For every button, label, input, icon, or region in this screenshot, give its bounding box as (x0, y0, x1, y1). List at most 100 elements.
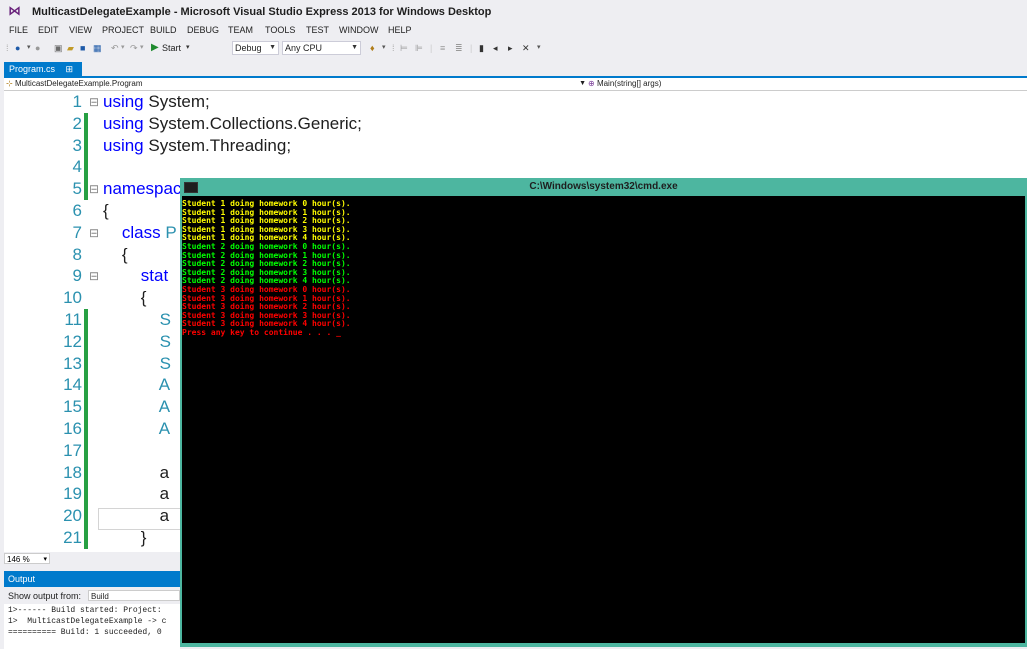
code-token: { (103, 288, 147, 308)
code-text: S (103, 309, 171, 331)
line-number: 14 (63, 375, 82, 395)
console-output[interactable]: Student 1 doing homework 0 hour(s). Stude… (182, 196, 1025, 643)
change-marker (84, 330, 88, 353)
forward-navigate-icon[interactable]: ● (35, 41, 40, 55)
code-text: { (103, 287, 147, 309)
class-dropdown[interactable]: ⊹ MulticastDelegateExample.Program ▼ (6, 78, 586, 89)
line-number: 16 (63, 419, 82, 438)
console-line: Press any key to continue . . . _ (182, 328, 341, 337)
step-over-icon[interactable]: ⊫ (415, 41, 423, 55)
next-bookmark-icon[interactable]: ▸ (508, 41, 513, 55)
toolbar-overflow-icon[interactable]: ▾ (382, 41, 386, 55)
redo-dropdown-icon[interactable]: ▾ (140, 41, 144, 55)
line-number: 7 (72, 222, 82, 242)
change-marker (84, 178, 88, 201)
start-icon[interactable]: ▶ (151, 41, 159, 55)
collapse-icon[interactable]: ⊟ (89, 265, 99, 287)
comment-icon[interactable]: ≡ (440, 41, 445, 55)
previous-bookmark-icon[interactable]: ◂ (493, 41, 498, 55)
start-dropdown-icon[interactable]: ▾ (186, 41, 190, 55)
code-token: A (103, 375, 171, 395)
line-number: 15 (63, 397, 82, 417)
undo-dropdown-icon[interactable]: ▾ (121, 41, 125, 55)
menu-help[interactable]: HELP (388, 25, 412, 35)
line-number: 6 (72, 201, 82, 220)
pin-icon[interactable]: ⊞ (66, 64, 74, 74)
code-token: } (103, 528, 147, 547)
collapse-icon[interactable]: ⊟ (89, 222, 99, 244)
code-text: class P (103, 222, 177, 244)
code-line[interactable]: 1 ⊟ using System; (4, 91, 1027, 113)
step-into-icon[interactable]: ⊨ (400, 41, 408, 55)
code-line[interactable]: 3 using System.Threading; (4, 134, 1027, 157)
change-marker (84, 112, 88, 135)
menu-window[interactable]: WINDOW (339, 25, 379, 35)
save-all-icon[interactable]: ▦ (93, 41, 102, 55)
tab-program-cs[interactable]: Program.cs ⊞ ✕ (4, 62, 82, 88)
clear-bookmarks-icon[interactable]: ✕ (522, 41, 530, 55)
change-marker (84, 156, 88, 179)
output-panel-header[interactable]: Output (4, 571, 180, 587)
menu-view[interactable]: VIEW (69, 25, 92, 35)
collapse-icon[interactable]: ⊟ (89, 178, 99, 200)
undo-icon[interactable]: ↶ (111, 41, 119, 55)
show-output-from-label: Show output from: (8, 591, 82, 601)
code-line[interactable]: 2 using System.Collections.Generic; (4, 112, 1027, 135)
start-button[interactable]: Start (162, 41, 181, 55)
line-number: 19 (63, 484, 82, 504)
menu-team[interactable]: TEAM (228, 25, 253, 35)
open-file-icon[interactable]: ▰ (67, 41, 74, 55)
menu-build[interactable]: BUILD (150, 25, 177, 35)
title-bar: ⋈ MulticastDelegateExample - Microsoft V… (0, 0, 1027, 24)
solution-configuration-combo[interactable]: Debug ▼ (232, 41, 279, 55)
code-token: System; (148, 92, 210, 111)
code-token: namespac (103, 179, 182, 199)
menu-edit[interactable]: EDIT (38, 25, 59, 35)
standard-toolbar: ⁞ ● ▾ ● ▣ ▰ ■ ▦ ↶ ▾ ↷ ▾ ▶ Start ▾ Debug … (0, 39, 1027, 57)
chevron-down-icon: ▼ (351, 44, 358, 51)
code-text: S (103, 331, 171, 353)
line-number: 1 (72, 92, 82, 111)
console-title: C:\Windows\system32\cmd.exe (529, 181, 678, 192)
code-text: a (103, 462, 169, 484)
solution-platform-value: Any CPU (285, 43, 323, 53)
solution-platform-combo[interactable]: Any CPU ▼ (282, 41, 361, 55)
back-dropdown-icon[interactable]: ▾ (27, 41, 31, 55)
output-text: 1>------ Build started: Project: 1> Mult… (4, 604, 180, 649)
back-navigate-icon[interactable]: ● (15, 41, 20, 55)
line-number: 13 (63, 353, 82, 373)
line-number: 18 (63, 462, 82, 482)
collapse-icon[interactable]: ⊟ (89, 91, 99, 113)
zoom-combo[interactable]: 146 % ▾ (4, 553, 50, 564)
find-in-files-icon[interactable]: ♦ (370, 41, 375, 55)
menu-tools[interactable]: TOOLS (265, 25, 295, 35)
change-marker (84, 374, 88, 397)
menu-project[interactable]: PROJECT (102, 25, 144, 35)
code-text: using System; (103, 91, 210, 113)
menu-debug[interactable]: DEBUG (187, 25, 219, 35)
code-token: A (103, 419, 171, 438)
menu-test[interactable]: TEST (306, 25, 329, 35)
toolbar-overflow-icon[interactable]: ▾ (537, 41, 541, 55)
code-token: P (165, 222, 177, 242)
output-source-combo[interactable]: Build (88, 590, 180, 601)
redo-icon[interactable]: ↷ (130, 41, 138, 55)
output-line: 1>------ Build started: Project: (8, 606, 162, 615)
code-text: A (103, 418, 170, 440)
member-dropdown[interactable]: ⊕ Main(string[] args) (588, 78, 1025, 89)
code-text: { (103, 244, 128, 266)
class-icon: ⊹ (6, 79, 13, 88)
bookmark-icon[interactable]: ▮ (479, 41, 484, 55)
console-window[interactable]: C:\Windows\system32\cmd.exe Student 1 do… (180, 178, 1027, 647)
code-text: } (103, 527, 147, 549)
code-line[interactable]: 4 (4, 156, 1027, 179)
save-icon[interactable]: ■ (80, 41, 85, 55)
code-token: stat (103, 266, 169, 286)
code-token: using (103, 92, 149, 111)
new-project-icon[interactable]: ▣ (54, 41, 63, 55)
code-text: stat (103, 265, 168, 287)
output-line: 1> MulticastDelegateExample -> c (8, 617, 167, 626)
uncomment-icon[interactable]: ≣ (455, 41, 463, 55)
menu-file[interactable]: FILE (9, 25, 28, 35)
console-title-bar[interactable]: C:\Windows\system32\cmd.exe (180, 178, 1027, 196)
